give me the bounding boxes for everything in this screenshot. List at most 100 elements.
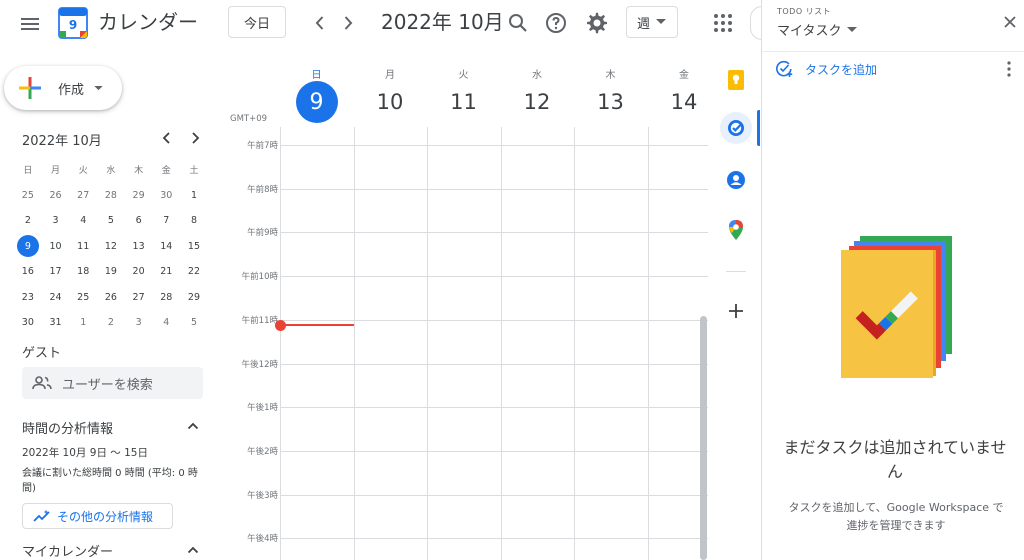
people-icon: [32, 376, 52, 390]
day-header-3[interactable]: 水 12: [501, 66, 574, 122]
settings-button[interactable]: [585, 11, 609, 35]
mini-calendar-day[interactable]: 18: [69, 266, 97, 277]
tasks-more-options-button[interactable]: [1002, 60, 1016, 78]
mini-calendar-day-number: 7: [163, 215, 170, 227]
tasks-panel-label: TODO リスト: [777, 7, 832, 16]
caret-down-icon: [94, 85, 103, 90]
mini-calendar-day[interactable]: 4: [152, 317, 180, 328]
hour-gridline: [280, 450, 708, 452]
mini-calendar-day[interactable]: 28: [152, 292, 180, 303]
day-header-date-number: 14: [670, 90, 698, 114]
mini-calendar-day-number: 27: [77, 189, 90, 201]
mini-calendar-day-number: 18: [77, 266, 90, 278]
tasks-app-button[interactable]: [720, 112, 752, 144]
mini-calendar-day[interactable]: 15: [180, 241, 208, 252]
mini-calendar-day[interactable]: 25: [69, 292, 97, 303]
mini-calendar-day[interactable]: 3: [125, 317, 153, 328]
mini-calendar-day[interactable]: 1: [69, 317, 97, 328]
caret-down-icon: [847, 26, 858, 32]
week-time-grid[interactable]: 午前7時 午前8時 午前9時 午前10時 午前11時 午後12時 午後1時 午後2時 午後3時午…: [222, 127, 708, 560]
apps-button[interactable]: [712, 12, 734, 34]
plus-icon: [729, 304, 743, 318]
mini-calendar-day[interactable]: 23: [14, 292, 42, 303]
mini-calendar-day[interactable]: 10: [42, 241, 70, 252]
task-list-select[interactable]: マイタスク: [777, 20, 858, 39]
contacts-app-button[interactable]: [720, 164, 752, 196]
mini-calendar-day[interactable]: 19: [97, 266, 125, 277]
add-addon-button[interactable]: [720, 295, 752, 327]
mini-calendar-day[interactable]: 20: [125, 266, 153, 277]
mini-calendar-day[interactable]: 1: [180, 190, 208, 201]
mini-calendar-day[interactable]: 29: [125, 190, 153, 201]
mini-calendar-week: 30 31 1 2 3 4 5: [14, 310, 208, 336]
mini-calendar-day[interactable]: 21: [152, 266, 180, 277]
day-header-5[interactable]: 金 14: [648, 66, 721, 122]
mini-calendar-day[interactable]: 29: [180, 292, 208, 303]
chevron-right-icon: [192, 132, 200, 144]
mini-calendar-day[interactable]: 5: [180, 317, 208, 328]
mini-calendar-day[interactable]: 22: [180, 266, 208, 277]
mini-calendar-day[interactable]: 27: [125, 292, 153, 303]
more-insights-button[interactable]: その他の分析情報: [22, 503, 173, 529]
calendar-logo[interactable]: 9: [58, 7, 88, 39]
mini-calendar-day[interactable]: 17: [42, 266, 70, 277]
mini-calendar-day[interactable]: 4: [69, 215, 97, 226]
day-header-2[interactable]: 火 11: [427, 66, 500, 122]
mini-calendar-day[interactable]: 6: [125, 215, 153, 226]
mini-calendar-day[interactable]: 7: [152, 215, 180, 226]
mini-calendar-day[interactable]: 30: [14, 317, 42, 328]
mini-calendar-day[interactable]: 24: [42, 292, 70, 303]
side-panel-divider: [726, 271, 746, 272]
guests-section-title: ゲスト: [22, 346, 62, 361]
mini-calendar-day[interactable]: 28: [97, 190, 125, 201]
mini-calendar-day[interactable]: 11: [69, 241, 97, 252]
search-button[interactable]: [506, 11, 530, 35]
day-header-date: 13: [574, 82, 647, 122]
next-period-button[interactable]: [338, 12, 358, 34]
mini-calendar-day[interactable]: 30: [152, 190, 180, 201]
mini-calendar-day[interactable]: 26: [42, 190, 70, 201]
grid-scrollbar[interactable]: [700, 316, 707, 560]
mini-calendar-day[interactable]: 8: [180, 215, 208, 226]
mini-calendar-day[interactable]: 3: [42, 215, 70, 226]
add-task-button[interactable]: タスクを追加: [775, 60, 877, 78]
mini-calendar-day[interactable]: 16: [14, 266, 42, 277]
guest-search-input[interactable]: ユーザーを検索: [22, 367, 203, 399]
mini-calendar-day[interactable]: 14: [152, 241, 180, 252]
mini-calendar-day[interactable]: 31: [42, 317, 70, 328]
empty-tasks-title: まだタスクは追加されていません: [783, 438, 1007, 481]
chevron-up-icon: [187, 546, 199, 554]
mini-calendar-day[interactable]: 5: [97, 215, 125, 226]
day-header-0[interactable]: 日9: [280, 66, 353, 123]
mini-calendar-day[interactable]: 2: [97, 317, 125, 328]
day-header-1[interactable]: 月 10: [354, 66, 427, 122]
close-tasks-panel-button[interactable]: [1002, 14, 1018, 30]
mini-calendar-prev-button[interactable]: [160, 130, 174, 146]
insights-collapse-button[interactable]: [186, 419, 200, 433]
day-column-divider: [500, 127, 502, 560]
help-button[interactable]: [544, 11, 568, 35]
mini-calendar-day-number: 31: [49, 317, 62, 329]
day-header-date: 10: [354, 82, 427, 122]
hour-label: 午前8時: [247, 184, 278, 195]
create-button[interactable]: 作成: [4, 66, 122, 110]
mini-calendar-day[interactable]: 12: [97, 241, 125, 252]
today-button[interactable]: 今日: [228, 6, 286, 38]
day-header-date-number: 12: [523, 90, 551, 114]
mini-calendar-day[interactable]: 26: [97, 292, 125, 303]
mini-calendar-day[interactable]: 13: [125, 241, 153, 252]
mini-calendar-week: 25 26 27 28 29 30 1: [14, 183, 208, 209]
day-header-4[interactable]: 木 13: [574, 66, 647, 122]
view-select[interactable]: 週: [626, 6, 678, 38]
previous-period-button[interactable]: [310, 12, 330, 34]
main-menu-button[interactable]: [18, 12, 42, 36]
mini-calendar-today[interactable]: 9: [14, 235, 42, 258]
mini-calendar-day[interactable]: 2: [14, 215, 42, 226]
mini-calendar-day[interactable]: 27: [69, 190, 97, 201]
mini-calendar-day[interactable]: 25: [14, 190, 42, 201]
maps-app-button[interactable]: [720, 214, 752, 246]
mini-calendar-next-button[interactable]: [188, 130, 202, 146]
mini-calendar-day-number: 28: [104, 189, 117, 201]
keep-app-button[interactable]: [720, 64, 752, 96]
my-calendars-collapse-button[interactable]: [186, 543, 200, 557]
